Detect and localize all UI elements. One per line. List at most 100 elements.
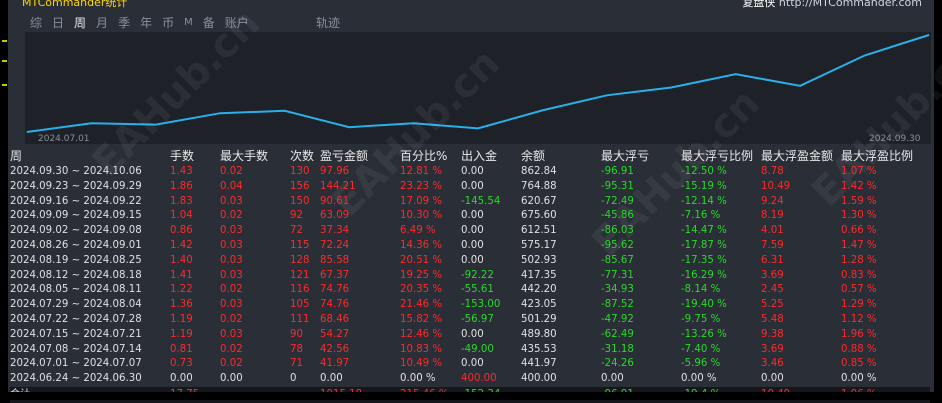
cell-max-lots: 0.03 (220, 225, 243, 237)
cell-max-float-loss-pct: -19.40 % (681, 299, 727, 311)
cell-balance: 764.88 (521, 180, 557, 192)
cell-max-lots: 0.02 (220, 343, 243, 355)
cell-max-float-loss: -34.93 (601, 284, 634, 296)
cell-balance: 620.67 (521, 195, 557, 207)
cell-trades: 115 (290, 239, 310, 251)
cell-pct: 20.51 % (400, 254, 443, 266)
cell-max-float-profit-pct: 0.66 % (841, 225, 877, 237)
cell-max-float-loss-pct: -13.26 % (681, 328, 727, 340)
table-row[interactable]: 2024.06.24 ~ 2024.06.30 0.00 0.00 0 0.00 0.00… (10, 372, 930, 387)
cell-max-float-profit: 7.59 (761, 239, 784, 251)
cell-pct: 6.49 % (400, 225, 436, 237)
cell-pnl: 67.37 (320, 269, 350, 281)
cell-pnl: 144.21 (320, 180, 356, 192)
table-row[interactable]: 2024.09.16 ~ 2024.09.22 1.83 0.03 150 90.61 1… (10, 195, 930, 210)
cell-max-lots: 0.02 (220, 313, 243, 325)
cell-trades: 150 (290, 195, 310, 207)
cell-trades: 128 (290, 254, 310, 266)
cell-pnl: 90.61 (320, 195, 350, 207)
cell-week: 2024.09.23 ~ 2024.09.29 (10, 180, 142, 192)
table-row[interactable]: 2024.07.01 ~ 2024.07.07 0.73 0.02 71 41.97 10… (10, 357, 930, 372)
equity-point (26, 131, 28, 133)
cell-max-float-loss-pct: -8.14 % (681, 284, 721, 296)
equity-point (606, 94, 608, 96)
cell-max-float-loss: -86.03 (601, 225, 634, 237)
equity-point (284, 110, 286, 112)
cell-max-float-loss-pct: -17.87 % (681, 239, 727, 251)
cell-max-float-loss: -72.49 (601, 195, 634, 207)
header-max-lots[interactable]: 最大手数 (220, 148, 268, 165)
cell-trades: 90 (290, 328, 303, 340)
tab-0[interactable]: 综 (30, 14, 42, 32)
tab-3[interactable]: 月 (96, 14, 108, 32)
table-row[interactable]: 2024.07.29 ~ 2024.08.04 1.36 0.03 105 74.76 2… (10, 298, 930, 313)
table-row[interactable]: 2024.09.02 ~ 2024.09.08 0.86 0.03 72 37.34 6.… (10, 224, 930, 239)
table-row[interactable]: 2024.09.30 ~ 2024.10.06 1.43 0.02 130 97.96 1… (10, 165, 930, 180)
cell-balance: 489.80 (521, 328, 557, 340)
cell-balance: 442.20 (521, 284, 557, 296)
cell-max-float-profit: 5.48 (761, 313, 784, 325)
header-max-float-profit[interactable]: 最大浮盈金额 (761, 148, 833, 165)
tab-5[interactable]: 年 (140, 14, 152, 32)
tab-1[interactable]: 日 (52, 14, 64, 32)
table-row[interactable]: 2024.08.26 ~ 2024.09.01 1.42 0.03 115 72.24 1… (10, 239, 930, 254)
table-row[interactable]: 2024.07.15 ~ 2024.07.21 1.19 0.03 90 54.27 12… (10, 328, 930, 343)
header-week[interactable]: 周 (10, 148, 22, 165)
cell-max-float-loss: -87.52 (601, 299, 634, 311)
cell-deposit: -145.54 (461, 195, 501, 207)
header-lots[interactable]: 手数 (170, 148, 194, 165)
cell-max-float-loss: -45.86 (601, 210, 634, 222)
cell-max-float-profit: 8.19 (761, 210, 784, 222)
cell-max-float-profit: 3.46 (761, 358, 784, 370)
header-balance[interactable]: 余额 (521, 148, 545, 165)
cell-max-lots: 0.03 (220, 269, 243, 281)
header-max-float-loss[interactable]: 最大浮亏 (601, 148, 649, 165)
table-row[interactable]: 2024.08.19 ~ 2024.08.25 1.40 0.03 128 85.58 2… (10, 254, 930, 269)
cell-max-float-loss-pct: -15.19 % (681, 180, 727, 192)
cell-max-float-loss-pct: -16.29 % (681, 269, 727, 281)
strip-tick (2, 40, 7, 42)
cell-pct: 17.09 % (400, 195, 443, 207)
header-max-float-profit-pct[interactable]: 最大浮盈比例 (841, 148, 913, 165)
table-row[interactable]: 2024.08.12 ~ 2024.08.18 1.41 0.03 121 67.37 1… (10, 269, 930, 284)
cell-balance: 575.17 (521, 239, 557, 251)
brand-url[interactable]: http://MTCommander.com (779, 0, 922, 9)
strip-tick (2, 60, 7, 62)
cell-max-float-loss-pct: -5.96 % (681, 358, 721, 370)
cell-max-float-loss-pct: -12.14 % (681, 195, 727, 207)
tab-6[interactable]: 币 (162, 14, 174, 32)
cell-deposit: -49.00 (461, 343, 494, 355)
brand-label[interactable]: 复盘侠 http://MTCommander.com (742, 0, 922, 10)
cell-max-float-profit: 0.00 (761, 373, 784, 385)
header-pnl[interactable]: 盈亏金额 (320, 148, 368, 165)
cell-max-float-profit-pct: 1.42 % (841, 180, 877, 192)
header-deposit[interactable]: 出入金 (461, 148, 497, 165)
cell-max-float-profit-pct: 1.30 % (841, 210, 877, 222)
cell-week: 2024.07.15 ~ 2024.07.21 (10, 328, 142, 340)
table-row[interactable]: 2024.09.09 ~ 2024.09.15 1.04 0.02 92 63.09 10… (10, 209, 930, 224)
table-row[interactable]: 2024.07.22 ~ 2024.07.28 1.19 0.02 111 68.46 1… (10, 313, 930, 328)
header-trades[interactable]: 次数 (290, 148, 314, 165)
cell-pct: 10.83 % (400, 343, 443, 355)
cell-deposit: 0.00 (461, 239, 484, 251)
table-row[interactable]: 2024.08.05 ~ 2024.08.11 1.22 0.02 116 74.76 2… (10, 283, 930, 298)
header-max-float-loss-pct[interactable]: 最大浮亏比例 (681, 148, 753, 165)
equity-point (541, 109, 543, 111)
tab-trajectory[interactable]: 轨迹 (316, 14, 340, 31)
tab-2[interactable]: 周 (74, 14, 86, 32)
table-row[interactable]: 2024.07.08 ~ 2024.07.14 0.81 0.02 78 42.56 10… (10, 343, 930, 358)
tab-7[interactable]: M (184, 14, 193, 32)
cell-balance: 502.93 (521, 254, 557, 266)
tab-4[interactable]: 季 (118, 14, 130, 32)
header-pct[interactable]: 百分比% (400, 148, 447, 165)
cell-max-float-loss-pct: -7.40 % (681, 343, 721, 355)
equity-point (735, 73, 737, 75)
cell-balance: 423.05 (521, 299, 557, 311)
cell-pct: 12.81 % (400, 166, 443, 177)
cell-deposit: 0.00 (461, 358, 484, 370)
cell-max-float-loss-pct: 0.00 % (681, 373, 717, 385)
cell-lots: 1.04 (170, 210, 193, 222)
cell-max-float-profit-pct: 1.59 % (841, 195, 877, 207)
cell-deposit: 0.00 (461, 225, 484, 237)
table-row[interactable]: 2024.09.23 ~ 2024.09.29 1.86 0.04 156 144.21… (10, 180, 930, 195)
